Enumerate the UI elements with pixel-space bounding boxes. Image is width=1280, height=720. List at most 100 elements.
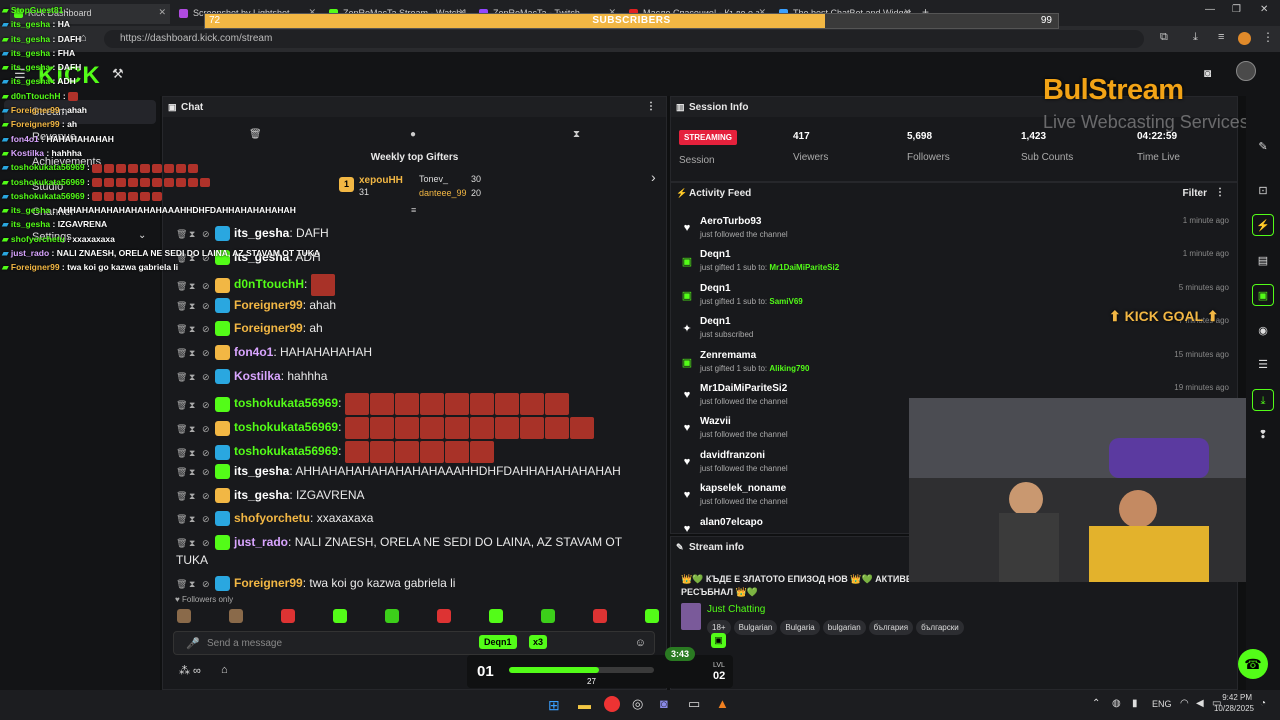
timeout-icon[interactable]: ⧗: [189, 467, 198, 477]
emote-shortcut[interactable]: [489, 609, 503, 623]
activity-feed-item[interactable]: ♥ AeroTurbo93 just followed the channel 1 m…: [681, 216, 1229, 249]
ban-icon[interactable]: ⊘: [202, 491, 211, 501]
network-tray-icon[interactable]: ◍: [1112, 698, 1121, 709]
mic-tray-icon[interactable]: ▮: [1132, 698, 1138, 709]
emote-shortcut[interactable]: [177, 609, 191, 623]
emote-shortcut[interactable]: [229, 609, 243, 623]
timeout-icon[interactable]: ⧗: [189, 281, 198, 291]
feed-menu-icon[interactable]: ⋮: [1215, 187, 1225, 198]
chat-username[interactable]: Foreigner99: [234, 576, 303, 590]
feed-username[interactable]: alan07elcapo: [700, 517, 763, 528]
chat-tools-icon[interactable]: ⁂ ∞: [179, 664, 201, 677]
screen-icon[interactable]: ⊡: [1252, 180, 1274, 202]
chrome-icon[interactable]: [604, 696, 620, 712]
clock-date[interactable]: 10/28/2025: [1206, 704, 1254, 713]
ban-icon[interactable]: ⊘: [202, 281, 211, 291]
next-arrow-icon[interactable]: ›: [651, 169, 656, 185]
feed-username[interactable]: kapselek_noname: [700, 483, 786, 494]
trash-icon[interactable]: 🗑: [176, 448, 187, 458]
gifter-name[interactable]: danteee_99: [419, 188, 467, 198]
ban-icon[interactable]: ⊘: [202, 467, 211, 477]
emote-shortcut[interactable]: [437, 609, 451, 623]
tray-chevron-icon[interactable]: ⌃: [1092, 698, 1100, 709]
store-icon[interactable]: ⌂: [221, 664, 228, 676]
windows-start-icon[interactable]: ⊞: [548, 697, 560, 714]
language-indicator[interactable]: ENG: [1152, 699, 1172, 709]
trash-icon[interactable]: 🗑: [176, 467, 187, 477]
obs-icon[interactable]: ◎: [632, 696, 643, 712]
discord-icon[interactable]: ◙: [660, 696, 668, 711]
chat-username[interactable]: its_gesha: [234, 488, 289, 502]
minimize-button[interactable]: —: [1205, 4, 1215, 15]
file-explorer-icon[interactable]: ▬: [578, 697, 591, 712]
timeout-icon[interactable]: ⧗: [189, 324, 198, 334]
trash-icon[interactable]: 🗑: [176, 372, 187, 382]
chat-bubbles-icon[interactable]: ●: [410, 129, 416, 140]
feed-username[interactable]: Deqn1: [700, 249, 731, 260]
trash-icon[interactable]: 🗑: [176, 348, 187, 358]
timeout-icon[interactable]: ⧗: [189, 579, 198, 589]
chat-input-box[interactable]: 🎤 Send a message Deqn1 x3 ☺: [173, 631, 655, 655]
pinned-collapse-icon[interactable]: ≡: [411, 205, 416, 215]
chat-username[interactable]: toshokukata56969: [234, 420, 338, 434]
trash-icon[interactable]: 🗑: [176, 514, 187, 524]
feed-gift-recipient[interactable]: SamiV69: [769, 297, 802, 306]
chat-username[interactable]: just_rado: [234, 535, 288, 549]
chat-username[interactable]: d0nTtouchH: [234, 277, 304, 291]
trash-icon[interactable]: 🗑: [176, 281, 187, 291]
chat-username[interactable]: toshokukata56969: [234, 444, 338, 458]
maximize-button[interactable]: ❐: [1232, 4, 1241, 15]
browser-menu-icon[interactable]: ⋮: [1262, 30, 1274, 44]
activity-feed-item[interactable]: ▣ Deqn1 just gifted 1 sub to: Mr1DaiMiPari…: [681, 249, 1229, 282]
ban-icon[interactable]: ⊘: [202, 372, 211, 382]
mod-view-icon[interactable]: ◙: [1204, 66, 1211, 80]
activity-feed-item[interactable]: ▣ Zenremama just gifted 1 sub to: Aliking7…: [681, 350, 1229, 383]
feed-username[interactable]: Mr1DaiMiPariteSi2: [700, 383, 787, 394]
lightning-tool-icon[interactable]: ⚡: [1252, 214, 1274, 236]
emote-shortcut[interactable]: [385, 609, 399, 623]
chat-username[interactable]: shofyorchetu: [234, 511, 310, 525]
ban-icon[interactable]: ⊘: [202, 538, 211, 548]
info-icon[interactable]: ❢: [1252, 424, 1274, 446]
feed-gift-recipient[interactable]: Aliking790: [769, 364, 809, 373]
timeout-icon[interactable]: ⧗: [189, 448, 198, 458]
pencil-icon[interactable]: ✎: [1252, 136, 1274, 158]
trash-icon[interactable]: 🗑: [176, 579, 187, 589]
feed-username[interactable]: AeroTurbo93: [700, 216, 762, 227]
emote-shortcut[interactable]: [281, 609, 295, 623]
chat-username[interactable]: Foreigner99: [234, 298, 303, 312]
chat-menu-icon[interactable]: ⋮: [646, 101, 656, 112]
timeout-icon[interactable]: ⧗: [189, 491, 198, 501]
timeout-icon[interactable]: ⧗: [189, 514, 198, 524]
notes-icon[interactable]: ▤: [1252, 250, 1274, 272]
feed-username[interactable]: davidfranzoni: [700, 450, 765, 461]
volume-icon[interactable]: ◀: [1196, 698, 1204, 709]
timeout-icon[interactable]: ⧗: [189, 400, 198, 410]
filter-button[interactable]: Filter: [1183, 188, 1207, 199]
chat-username[interactable]: Foreigner99: [234, 321, 303, 335]
feed-username[interactable]: Deqn1: [700, 283, 731, 294]
ban-icon[interactable]: ⊘: [202, 424, 211, 434]
notifications-icon[interactable]: ◔: [1260, 698, 1266, 709]
trash-icon[interactable]: 🗑: [176, 491, 187, 501]
microphone-icon[interactable]: 🎤: [186, 637, 200, 650]
feed-username[interactable]: Wazvii: [700, 416, 731, 427]
category-link[interactable]: Just Chatting: [707, 604, 765, 615]
download-tool-icon[interactable]: ⤓: [1252, 389, 1274, 411]
chat-username[interactable]: its_gesha: [234, 464, 289, 478]
trash-icon[interactable]: 🗑: [176, 400, 187, 410]
media-icon[interactable]: ≡: [1218, 31, 1224, 43]
close-window-button[interactable]: ✕: [1260, 4, 1268, 15]
terminal-icon[interactable]: ▭: [688, 696, 700, 712]
ban-icon[interactable]: ⊘: [202, 579, 211, 589]
emote-shortcut[interactable]: [593, 609, 607, 623]
emote-shortcut[interactable]: [645, 609, 659, 623]
chat-username[interactable]: fon4o1: [234, 345, 273, 359]
vlc-icon[interactable]: ▲: [716, 696, 729, 711]
chat-username[interactable]: Kostilka: [234, 369, 281, 383]
hourglass-icon[interactable]: ⧗: [573, 129, 580, 140]
profile-avatar[interactable]: [1238, 32, 1251, 45]
trash-icon[interactable]: 🗑: [176, 324, 187, 334]
broadcast-icon[interactable]: ◉: [1252, 320, 1274, 342]
timeout-icon[interactable]: ⧗: [189, 538, 198, 548]
